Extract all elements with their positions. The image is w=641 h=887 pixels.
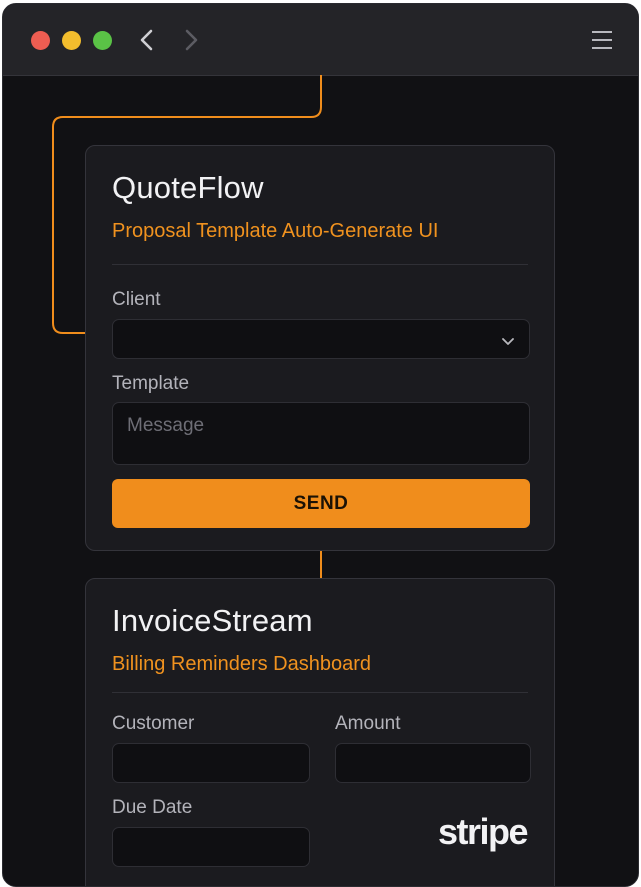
due-date-input[interactable] [112, 827, 310, 867]
amount-label: Amount [335, 713, 401, 734]
template-label: Template [112, 373, 190, 394]
workflow-canvas: QuoteFlow Proposal Template Auto-Generat… [3, 75, 638, 886]
client-label: Client [112, 289, 161, 310]
client-select[interactable] [112, 319, 530, 359]
window-titlebar [3, 4, 638, 76]
hamburger-menu-icon [592, 31, 612, 49]
card-title: InvoiceStream [112, 603, 313, 638]
minimize-window-button[interactable] [62, 31, 81, 50]
chevron-down-icon [502, 338, 514, 345]
template-placeholder: Message [127, 415, 205, 436]
due-date-label: Due Date [112, 797, 193, 818]
chevron-right-icon [185, 29, 198, 51]
back-button[interactable] [135, 26, 159, 54]
chevron-left-icon [140, 29, 153, 51]
customer-label: Customer [112, 713, 195, 734]
app-window: QuoteFlow Proposal Template Auto-Generat… [2, 3, 639, 887]
forward-button[interactable] [179, 26, 203, 54]
invoicestream-card: InvoiceStream Billing Reminders Dashboar… [85, 578, 555, 886]
send-button[interactable]: SEND [112, 479, 530, 528]
menu-button[interactable] [590, 28, 614, 52]
card-title: QuoteFlow [112, 170, 264, 205]
card-subtitle: Proposal Template Auto-Generate UI [112, 220, 439, 242]
template-textarea[interactable]: Message [112, 402, 530, 465]
maximize-window-button[interactable] [93, 31, 112, 50]
divider [112, 264, 528, 265]
customer-input[interactable] [112, 743, 310, 783]
stripe-logo: stripe [438, 811, 529, 852]
close-window-button[interactable] [31, 31, 50, 50]
divider [112, 692, 528, 693]
card-subtitle: Billing Reminders Dashboard [112, 653, 372, 675]
amount-input[interactable] [335, 743, 531, 783]
quoteflow-card: QuoteFlow Proposal Template Auto-Generat… [85, 145, 555, 551]
